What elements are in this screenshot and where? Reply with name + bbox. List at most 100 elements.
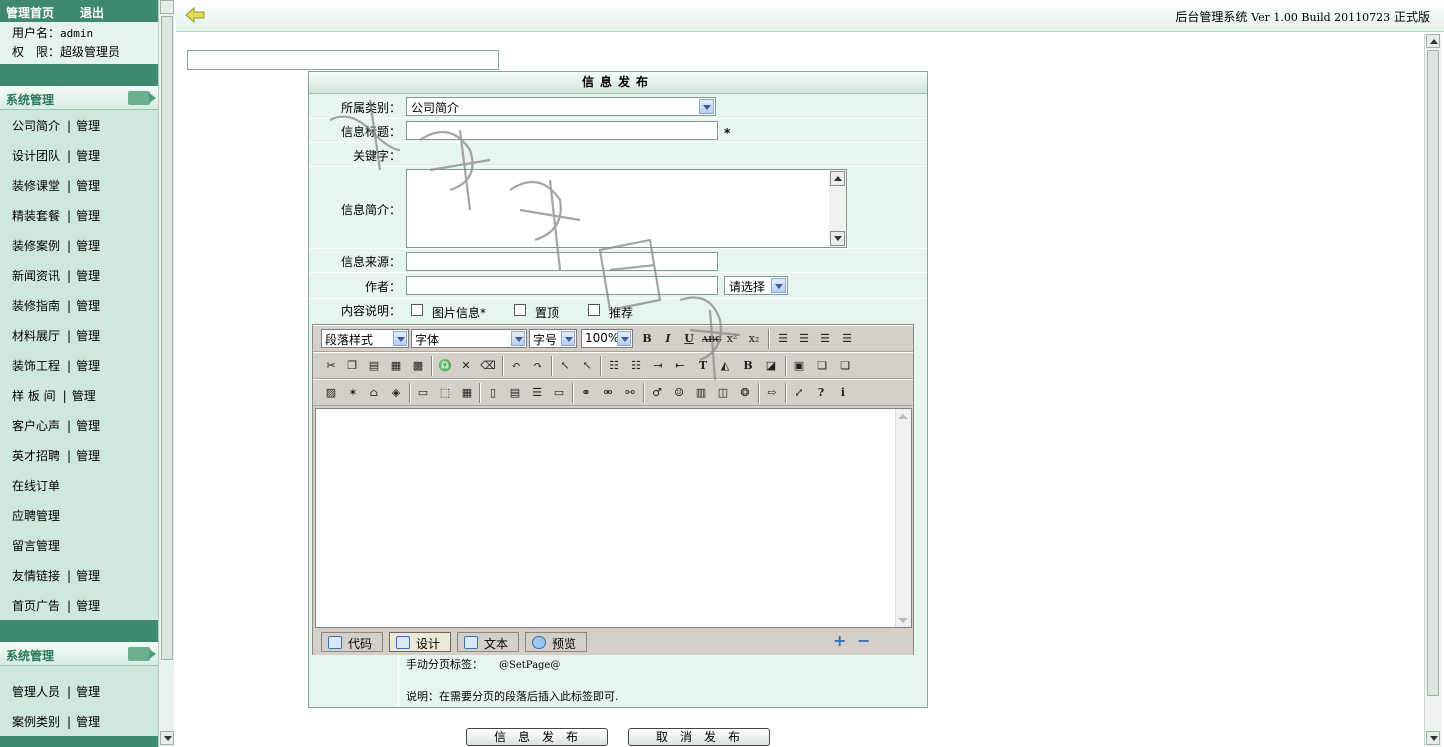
sidebar-item-label[interactable]: 新闻资讯 xyxy=(12,269,60,283)
scroll-down-arrow[interactable] xyxy=(830,231,845,246)
scroll-down-arrow[interactable] xyxy=(160,731,174,745)
sidebar-item-manage-link[interactable]: 管理 xyxy=(76,269,100,283)
back-arrow-icon[interactable] xyxy=(184,6,206,24)
checkbox-recommend[interactable] xyxy=(588,304,600,316)
minus-icon[interactable]: − xyxy=(857,633,871,649)
paste-icon[interactable]: ▤ xyxy=(366,358,382,374)
sidebar-item-manage-link[interactable]: 管理 xyxy=(72,389,96,403)
insert-media-icon[interactable]: ⌂ xyxy=(366,385,382,401)
author-input[interactable] xyxy=(406,276,718,295)
insert-special-icon[interactable]: ❂ xyxy=(737,385,753,401)
sidebar-item-label[interactable]: 案例类别 xyxy=(12,715,60,729)
insert-image-icon[interactable]: ▨ xyxy=(323,385,339,401)
main-scrollbar[interactable] xyxy=(1424,34,1441,747)
copy-icon[interactable]: ❐ xyxy=(344,358,360,374)
scroll-up-arrow[interactable] xyxy=(160,0,174,14)
sidebar-item-manage-link[interactable]: 管理 xyxy=(76,119,100,133)
indent-icon[interactable]: ⇥ xyxy=(650,358,666,374)
select-none-icon[interactable]: ↖ xyxy=(579,358,595,374)
unordered-list-icon[interactable]: ☷ xyxy=(628,358,644,374)
category-select[interactable]: 公司简介 xyxy=(406,97,716,116)
sidebar-item-manage-link[interactable]: 管理 xyxy=(76,179,100,193)
text-color-icon[interactable]: T xyxy=(695,358,711,374)
insert-marquee-icon[interactable]: ▤ xyxy=(507,385,523,401)
absolute-position-icon[interactable]: ▣ xyxy=(791,358,807,374)
undo-icon[interactable]: ↶ xyxy=(508,358,524,374)
sidebar-item-manage-link[interactable]: 管理 xyxy=(76,449,100,463)
tab-text[interactable]: 文本 xyxy=(457,632,519,652)
insert-link-icon[interactable]: ⚭ xyxy=(578,385,594,401)
chevron-down-icon[interactable] xyxy=(617,331,631,346)
scroll-up-arrow[interactable] xyxy=(830,171,845,186)
home-link[interactable]: 管理首页 xyxy=(6,4,54,21)
insert-file-icon[interactable]: ◈ xyxy=(388,385,404,401)
insert-form-icon[interactable]: ▦ xyxy=(459,385,475,401)
chevron-down-icon[interactable] xyxy=(561,331,575,346)
section-header-system-2[interactable]: 系统管理 xyxy=(0,642,158,666)
sidebar-item-manage-link[interactable]: 管理 xyxy=(76,419,100,433)
background-color-icon[interactable]: B xyxy=(740,358,756,374)
sidebar-scrollbar[interactable] xyxy=(158,0,174,747)
sidebar-item-manage-link[interactable]: 管理 xyxy=(76,715,100,729)
textarea-scrollbar[interactable] xyxy=(829,170,846,247)
sidebar-item-label[interactable]: 公司简介 xyxy=(12,119,60,133)
scroll-thumb[interactable] xyxy=(1427,50,1439,696)
sidebar-item-label[interactable]: 首页广告 xyxy=(12,599,60,613)
insert-symbol-icon[interactable]: ♂ xyxy=(649,385,665,401)
plus-icon[interactable]: + xyxy=(833,633,847,649)
sidebar-item-label[interactable]: 友情链接 xyxy=(12,569,60,583)
chevron-down-icon[interactable] xyxy=(699,99,714,114)
scroll-thumb[interactable] xyxy=(161,16,173,660)
scroll-up-arrow[interactable] xyxy=(1426,34,1440,48)
outdent-icon[interactable]: ⇤ xyxy=(672,358,688,374)
tab-design[interactable]: 设计 xyxy=(389,632,451,652)
page-break-icon[interactable]: ⇨ xyxy=(764,385,780,401)
underline-icon[interactable]: U xyxy=(681,331,697,347)
sidebar-item-label[interactable]: 留言管理 xyxy=(12,539,60,553)
redo-icon[interactable]: ↷ xyxy=(530,358,546,374)
remove-format-icon[interactable]: ◪ xyxy=(763,358,779,374)
section-header-system[interactable]: 系统管理 xyxy=(0,86,158,110)
sidebar-item-label[interactable]: 客户心声 xyxy=(12,419,60,433)
strikethrough-icon[interactable]: ABC xyxy=(702,331,721,347)
insert-date-icon[interactable]: ▥ xyxy=(693,385,709,401)
sidebar-item-label[interactable]: 装修指南 xyxy=(12,299,60,313)
sidebar-item-label[interactable]: 设计团队 xyxy=(12,149,60,163)
insert-emoticon-icon[interactable]: ☺ xyxy=(671,385,687,401)
checkbox-image[interactable] xyxy=(411,304,423,316)
insert-anchor-icon[interactable]: ⚯ xyxy=(622,385,638,401)
select-all-icon[interactable]: ↖ xyxy=(557,358,573,374)
scroll-down-arrow[interactable] xyxy=(1426,731,1440,745)
align-justify-icon[interactable]: ☰ xyxy=(839,331,855,347)
ordered-list-icon[interactable]: ☷ xyxy=(606,358,622,374)
sidebar-item-label[interactable]: 精装套餐 xyxy=(12,209,60,223)
sidebar-item-label[interactable]: 样 板 间 xyxy=(12,389,56,403)
tab-preview[interactable]: 预览 xyxy=(525,632,587,652)
zoom-select[interactable]: 100% xyxy=(581,329,633,348)
sidebar-item-manage-link[interactable]: 管理 xyxy=(76,149,100,163)
sidebar-item-manage-link[interactable]: 管理 xyxy=(76,299,100,313)
sidebar-item-label[interactable]: 装修课堂 xyxy=(12,179,60,193)
editor-scrollbar[interactable] xyxy=(895,409,911,627)
delete-icon[interactable]: ✕ xyxy=(458,358,474,374)
send-backward-icon[interactable]: ❏ xyxy=(837,358,853,374)
insert-iframe-icon[interactable]: ▯ xyxy=(485,385,501,401)
insert-table-icon[interactable]: ▭ xyxy=(415,385,431,401)
summary-textarea[interactable] xyxy=(406,169,847,248)
font-size-select[interactable]: 字号 xyxy=(529,329,577,348)
chevron-down-icon[interactable] xyxy=(771,278,786,293)
title-input[interactable] xyxy=(406,121,718,140)
sidebar-item-manage-link[interactable]: 管理 xyxy=(76,209,100,223)
align-center-icon[interactable]: ☰ xyxy=(796,331,812,347)
paste-text-icon[interactable]: ▦ xyxy=(388,358,404,374)
subscript-icon[interactable]: x₂ xyxy=(746,331,762,347)
about-icon[interactable]: i xyxy=(835,385,851,401)
insert-input-icon[interactable]: ▭ xyxy=(551,385,567,401)
sidebar-item-manage-link[interactable]: 管理 xyxy=(76,569,100,583)
highlight-icon[interactable]: ◭ xyxy=(717,358,733,374)
remove-link-icon[interactable]: ⚮ xyxy=(600,385,616,401)
paragraph-style-select[interactable]: 段落样式 xyxy=(321,329,409,348)
publish-button[interactable]: 信息发布 xyxy=(466,728,608,746)
help-icon[interactable]: ? xyxy=(813,385,829,401)
author-select[interactable]: 请选择 xyxy=(724,276,788,295)
